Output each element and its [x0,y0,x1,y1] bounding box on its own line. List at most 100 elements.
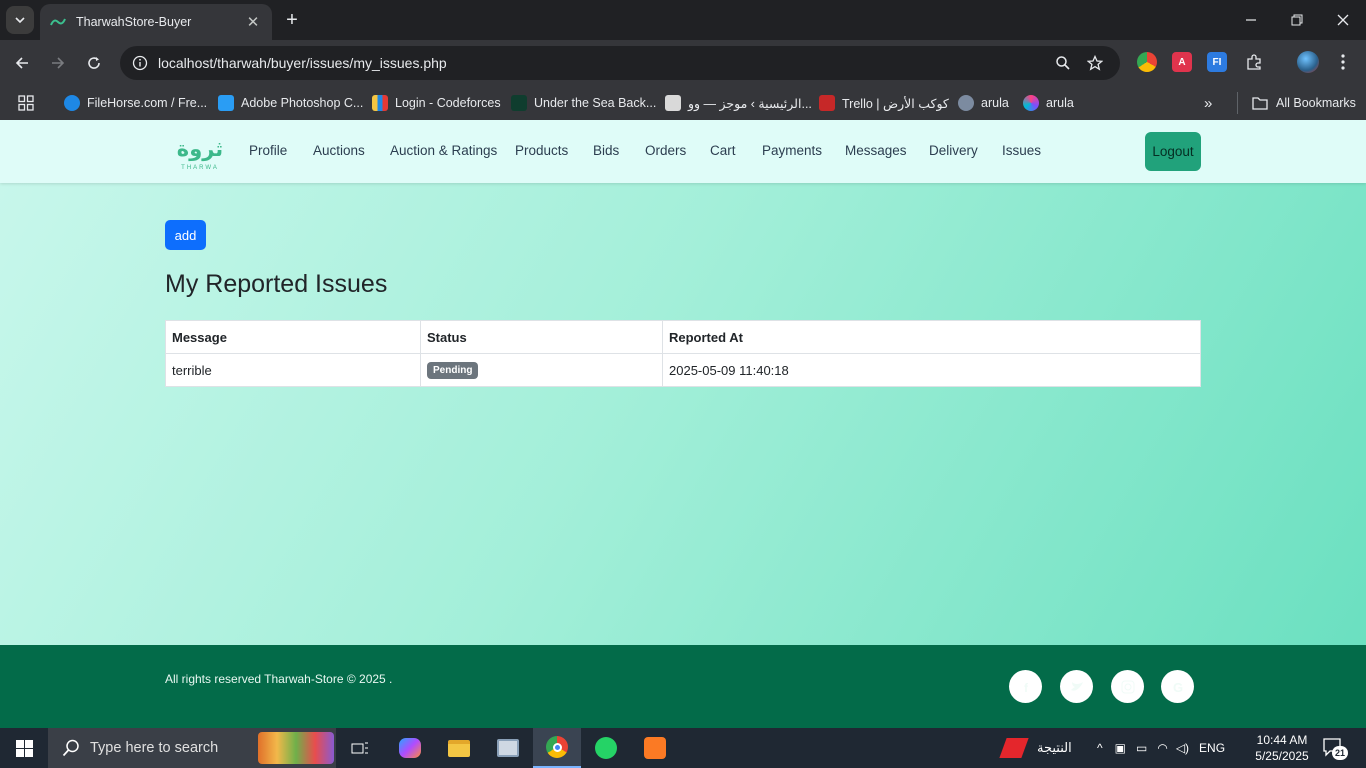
reload-button[interactable] [80,49,108,77]
copilot-icon [399,738,421,758]
close-icon [1337,14,1349,26]
back-button[interactable] [8,49,36,77]
notification-center-button[interactable]: 21 [1322,736,1348,760]
camera-icon[interactable]: ▣ [1115,741,1126,755]
extension-fi-icon[interactable]: FI [1207,52,1227,72]
address-bar[interactable]: localhost/tharwah/buyer/issues/my_issues… [120,46,1120,80]
logout-button[interactable]: Logout [1145,132,1201,171]
clock-time: 10:44 AM [1256,733,1308,747]
file-explorer-app[interactable] [435,728,483,768]
restore-icon [1291,14,1303,26]
windows-logo-icon [15,739,33,757]
column-header-status: Status [420,320,663,354]
reload-icon [88,57,100,69]
bookmark-arula-1[interactable]: arula [958,92,1009,114]
tharwa-logo[interactable]: ثروة THARWA [176,132,226,172]
bookmark-trello[interactable]: Trello | كوكب الأرض [819,92,949,114]
site-info-icon[interactable] [132,55,148,71]
volume-icon[interactable]: ◁) [1176,741,1189,755]
weather-widget[interactable]: النتيجة [999,728,1072,768]
more-bookmarks-chevron-icon[interactable]: » [1204,92,1212,114]
nav-auction-ratings[interactable]: Auction & Ratings [390,143,497,158]
zoom-search-icon[interactable] [1054,54,1072,72]
bookmark-under-the-sea[interactable]: Under the Sea Back... [511,92,656,114]
web-page: ثروة THARWA Profile Auctions Auction & R… [0,120,1366,728]
issue-status-cell: Pending [420,353,663,387]
browser-menu-icon[interactable] [1333,52,1353,72]
nav-auctions[interactable]: Auctions [313,143,365,158]
browser-tab-active[interactable]: TharwahStore-Buyer ✕ [40,4,272,40]
taskbar-clock[interactable]: 10:44 AM 5/25/2025 [1250,732,1314,764]
copilot-app[interactable] [386,728,434,768]
nav-messages[interactable]: Messages [845,143,907,158]
forward-button[interactable] [44,49,72,77]
bookmark-codeforces[interactable]: Login - Codeforces [372,92,501,114]
photoshop-link-icon [218,95,234,111]
extension-acrobat-icon[interactable]: A [1172,52,1192,72]
bookmark-arabic-news[interactable]: الرئيسية › موجز — وو... [665,92,812,114]
bookmark-arula-2[interactable]: arula [1023,92,1074,114]
chrome-icon [546,736,568,758]
browser-toolbar: localhost/tharwah/buyer/issues/my_issues… [0,40,1366,86]
start-button[interactable] [0,728,48,768]
snipping-tool-app[interactable] [484,728,532,768]
url-text[interactable]: localhost/tharwah/buyer/issues/my_issues… [158,55,447,71]
issues-table: Message Status Reported At terrible Pend… [165,320,1201,387]
nav-orders[interactable]: Orders [645,143,686,158]
arrow-right-icon [52,57,65,69]
restore-window-button[interactable] [1274,0,1320,40]
nav-products[interactable]: Products [515,143,568,158]
bookmarks-bar: FileHorse.com / Fre... Adobe Photoshop C… [0,86,1366,120]
trello-icon [819,95,835,111]
svg-text:G: G [1172,680,1182,694]
nav-bids[interactable]: Bids [593,143,619,158]
nav-issues[interactable]: Issues [1002,143,1041,158]
close-window-button[interactable] [1320,0,1366,40]
task-view-button[interactable] [336,728,384,768]
whatsapp-app[interactable] [582,728,630,768]
nav-cart[interactable]: Cart [710,143,736,158]
task-view-icon [351,742,368,754]
news-icon [665,95,681,111]
chrome-app[interactable] [533,728,581,768]
table-header-row: Message Status Reported At [165,320,1201,354]
minimize-window-button[interactable] [1228,0,1274,40]
wifi-icon[interactable]: ◠ [1157,741,1167,755]
bookmark-filehorse[interactable]: FileHorse.com / Fre... [64,92,207,114]
taskbar-search-box[interactable]: Type here to search [48,728,336,768]
table-row: terrible Pending 2025-05-09 11:40:18 [165,353,1201,387]
nav-payments[interactable]: Payments [762,143,822,158]
apps-grid-icon[interactable] [18,92,34,114]
nav-delivery[interactable]: Delivery [929,143,978,158]
bookmark-star-icon[interactable] [1086,54,1104,72]
windows-taskbar: Type here to search النتيجة ^ ▣ ▭ ◠ ◁) E… [0,728,1366,768]
tab-search-button[interactable] [6,6,34,34]
extensions-puzzle-icon[interactable] [1244,52,1264,72]
nav-profile[interactable]: Profile [249,143,287,158]
language-indicator[interactable]: ENG [1199,741,1225,755]
xampp-app[interactable] [631,728,679,768]
clock-date: 5/25/2025 [1255,749,1309,763]
browser-tabstrip: TharwahStore-Buyer ✕ + [0,0,1366,40]
weather-logo-icon [999,738,1029,758]
svg-text:ثروة: ثروة [177,137,223,161]
chevron-up-icon[interactable]: ^ [1097,741,1103,755]
profile-avatar-icon[interactable] [1297,51,1319,73]
bookmark-photoshop[interactable]: Adobe Photoshop C... [218,92,363,114]
twitter-icon[interactable] [1060,670,1093,703]
xampp-icon [644,737,666,759]
add-issue-button[interactable]: add [165,220,206,250]
extension-color-icon[interactable] [1137,52,1157,72]
copyright-text: All rights reserved Tharwah-Store © 2025… [165,672,393,686]
battery-icon[interactable]: ▭ [1136,741,1147,755]
tab-close-icon[interactable]: ✕ [244,13,262,31]
facebook-icon[interactable]: f [1009,670,1042,703]
new-tab-button[interactable]: + [280,8,304,32]
instagram-icon[interactable] [1111,670,1144,703]
search-highlight-image [258,732,334,764]
google-icon[interactable]: G [1161,670,1194,703]
all-bookmarks-folder[interactable]: All Bookmarks [1237,92,1356,114]
tharwa-favicon-icon [50,14,66,30]
under-the-sea-icon [511,95,527,111]
codeforces-icon [372,95,388,111]
